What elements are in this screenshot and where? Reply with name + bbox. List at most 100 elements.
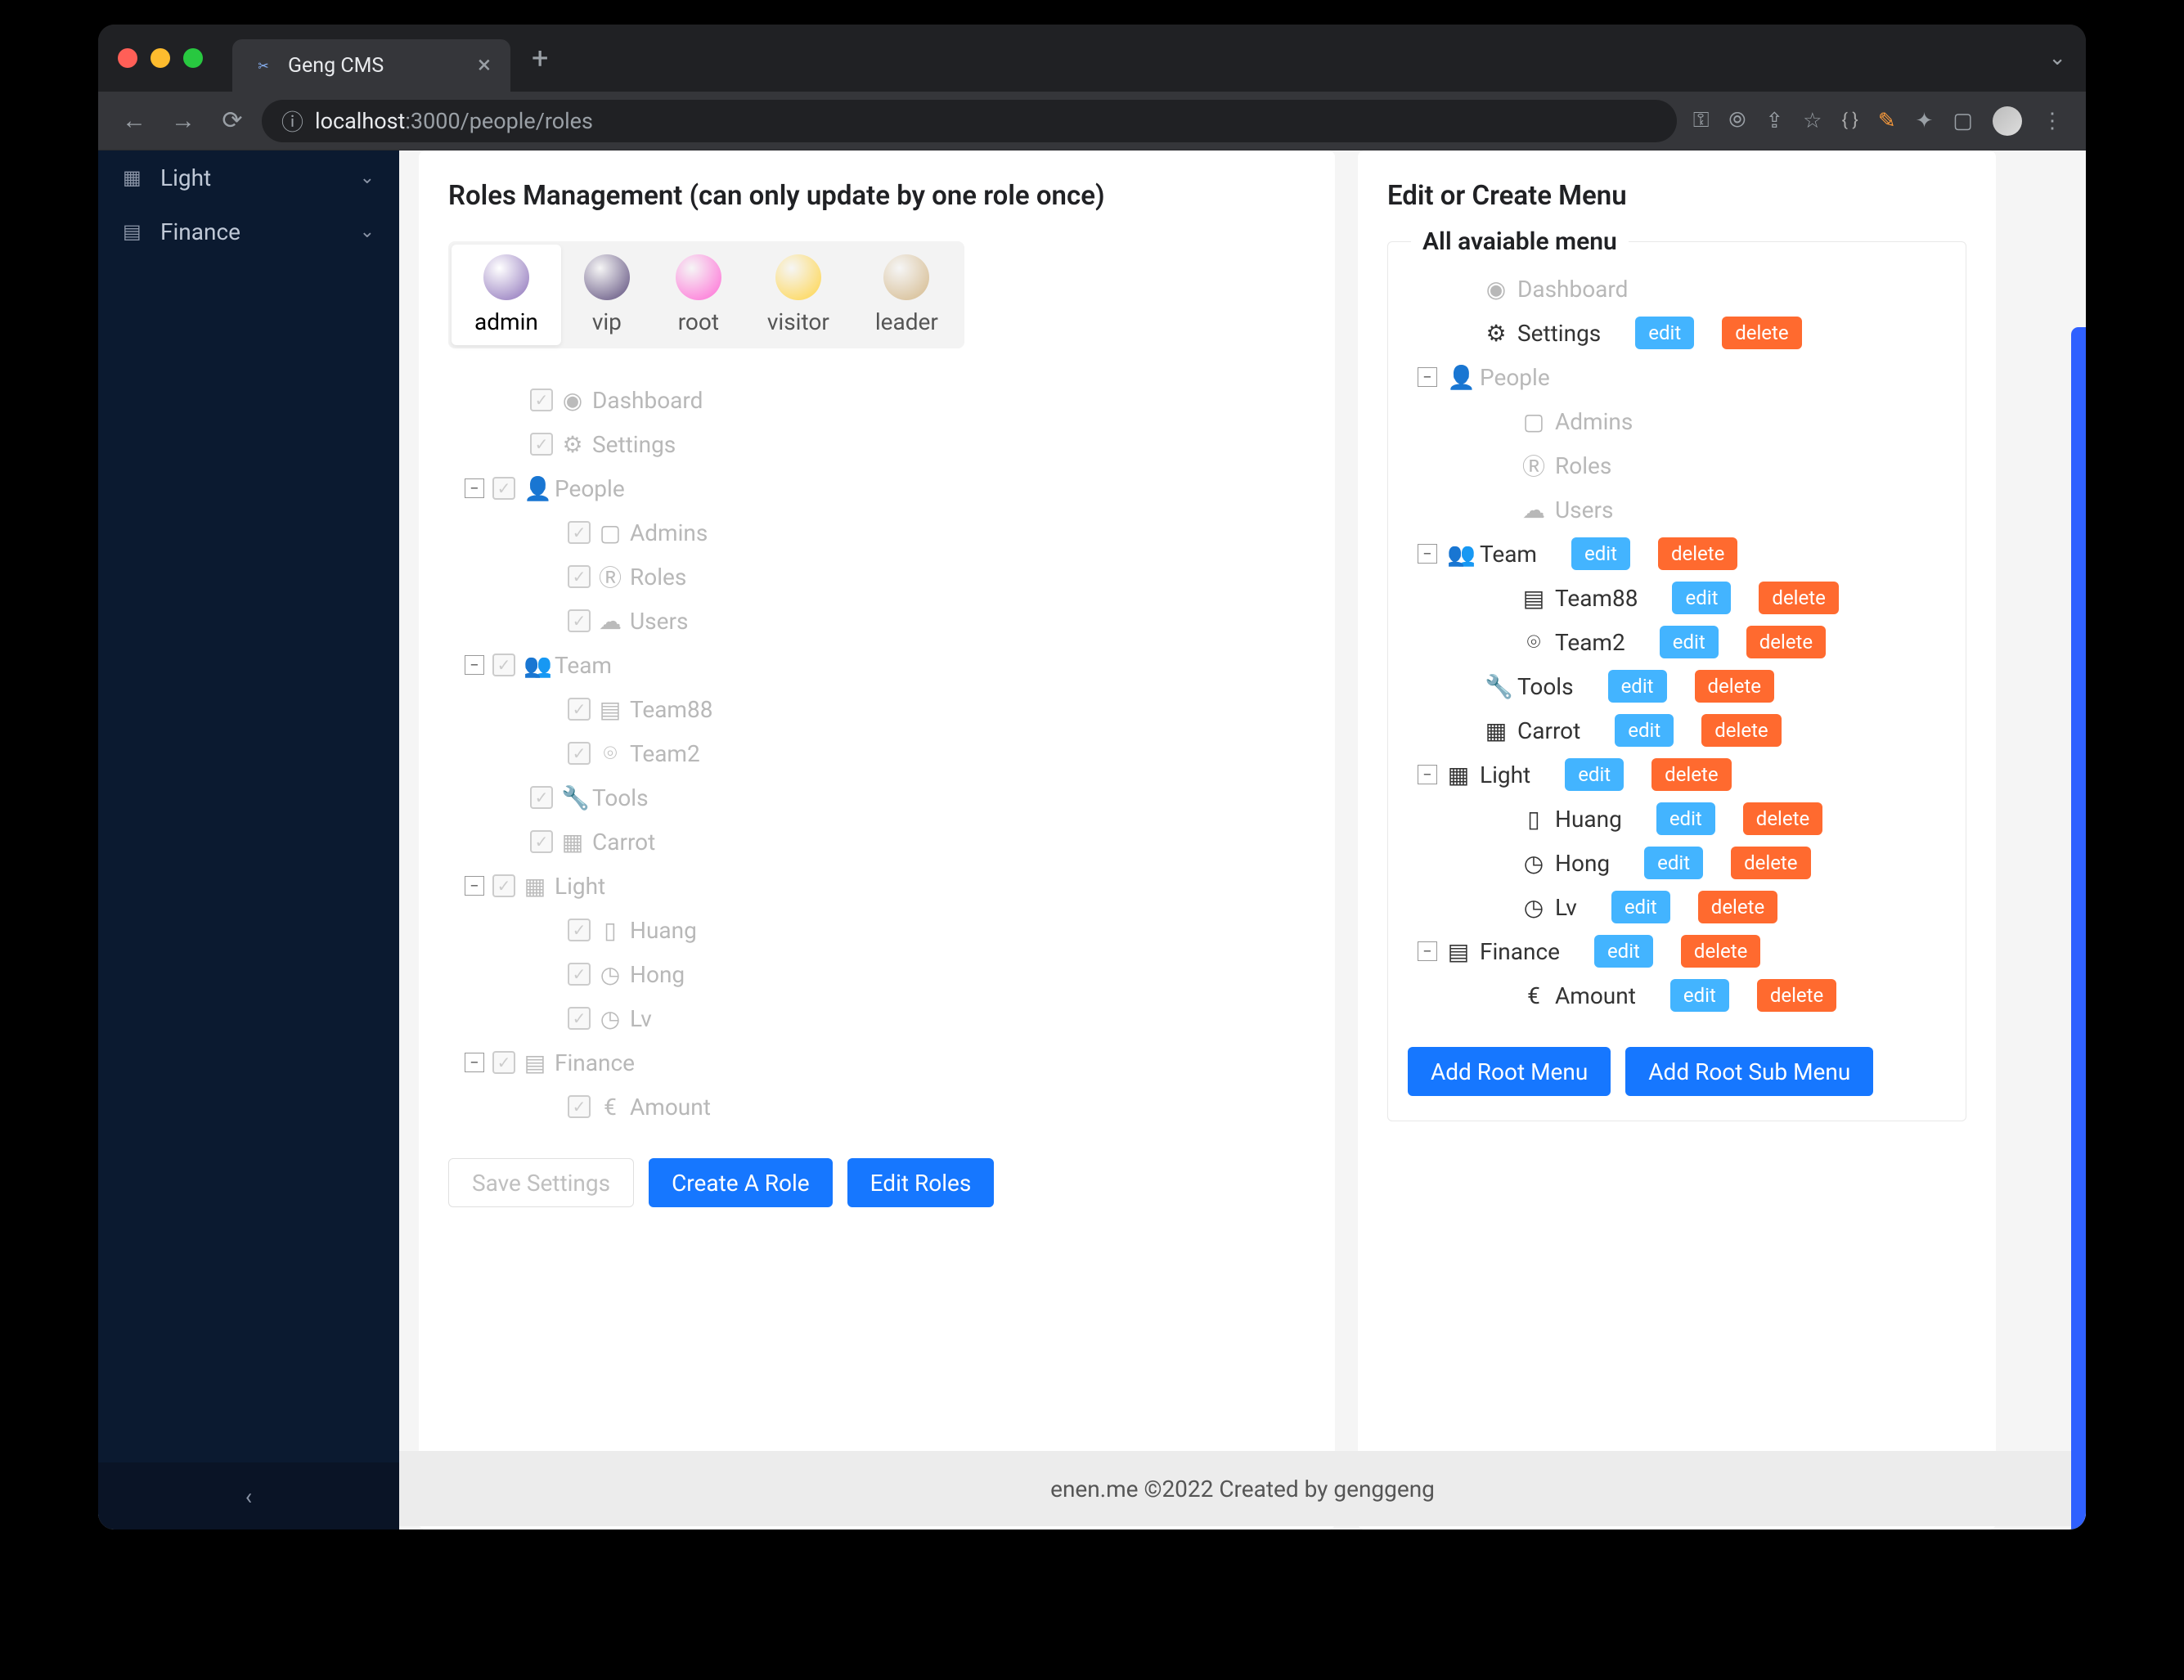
sidebar-item-light[interactable]: ▦Light⌄ bbox=[98, 150, 399, 204]
sidebar-item-finance[interactable]: ▤Finance⌄ bbox=[98, 204, 399, 258]
tree-toggle-icon[interactable]: − bbox=[1418, 941, 1437, 961]
tree-node-icon: ▤ bbox=[1522, 585, 1545, 612]
menu-tree-row: ⓇRoles bbox=[1408, 443, 1946, 487]
tree-node-icon: ◷ bbox=[1522, 850, 1545, 877]
perm-checkbox[interactable]: ✓ bbox=[568, 963, 591, 986]
perm-checkbox[interactable]: ✓ bbox=[568, 1095, 591, 1118]
edit-button[interactable]: edit bbox=[1670, 979, 1729, 1012]
edit-button[interactable]: edit bbox=[1615, 714, 1674, 747]
perm-checkbox[interactable]: ✓ bbox=[568, 742, 591, 765]
edit-button[interactable]: edit bbox=[1635, 317, 1694, 349]
perm-checkbox[interactable]: ✓ bbox=[530, 830, 553, 853]
tree-toggle-icon[interactable]: − bbox=[465, 1053, 484, 1072]
tree-node-icon: 🔧 bbox=[561, 784, 584, 811]
share-icon[interactable]: ⇪ bbox=[1765, 109, 1783, 133]
close-window-button[interactable] bbox=[118, 48, 137, 68]
extensions-puzzle-icon[interactable]: ✦ bbox=[1916, 109, 1934, 133]
sidepanel-icon[interactable]: ▢ bbox=[1953, 109, 1973, 133]
edit-button[interactable]: edit bbox=[1656, 802, 1715, 835]
perm-checkbox[interactable]: ✓ bbox=[492, 654, 515, 676]
menu-kebab-icon[interactable]: ⋮ bbox=[2042, 109, 2063, 133]
perm-checkbox[interactable]: ✓ bbox=[568, 521, 591, 544]
tree-toggle-icon[interactable]: − bbox=[465, 876, 484, 896]
edit-button[interactable]: edit bbox=[1611, 891, 1670, 923]
perm-checkbox[interactable]: ✓ bbox=[530, 433, 553, 456]
site-info-icon[interactable]: ⓘ bbox=[281, 105, 303, 137]
back-button[interactable]: ← bbox=[115, 101, 154, 141]
extension-icon[interactable]: { } bbox=[1841, 110, 1858, 131]
bookmark-star-icon[interactable]: ☆ bbox=[1803, 109, 1822, 133]
tree-toggle-icon[interactable]: − bbox=[1418, 765, 1437, 784]
perm-checkbox[interactable]: ✓ bbox=[492, 1051, 515, 1074]
role-avatar-icon bbox=[883, 254, 929, 300]
scrollbar[interactable] bbox=[2071, 327, 2086, 1530]
tree-node-icon: ▦ bbox=[1447, 761, 1470, 788]
delete-button[interactable]: delete bbox=[1658, 537, 1737, 570]
perm-checkbox[interactable]: ✓ bbox=[530, 786, 553, 809]
delete-button[interactable]: delete bbox=[1759, 582, 1838, 614]
delete-button[interactable]: delete bbox=[1695, 670, 1774, 703]
delete-button[interactable]: delete bbox=[1698, 891, 1777, 923]
role-tab-leader[interactable]: leader bbox=[852, 245, 961, 345]
role-tab-vip[interactable]: vip bbox=[561, 245, 653, 345]
add-root-sub-menu-button[interactable]: Add Root Sub Menu bbox=[1625, 1047, 1873, 1096]
edit-button[interactable]: edit bbox=[1672, 582, 1731, 614]
edit-button[interactable]: edit bbox=[1660, 626, 1719, 658]
edit-button[interactable]: edit bbox=[1608, 670, 1667, 703]
roles-management-card: Roles Management (can only update by one… bbox=[419, 150, 1335, 1530]
perm-checkbox[interactable]: ✓ bbox=[568, 919, 591, 941]
perm-tree-row: ✓ⓇRoles bbox=[448, 555, 1305, 599]
delete-button[interactable]: delete bbox=[1651, 758, 1731, 791]
role-tab-root[interactable]: root bbox=[653, 245, 744, 345]
forward-button[interactable]: → bbox=[164, 101, 203, 141]
perm-checkbox[interactable]: ✓ bbox=[568, 698, 591, 721]
role-tab-admin[interactable]: admin bbox=[452, 245, 561, 345]
sidebar-collapse-button[interactable]: ‹ bbox=[98, 1462, 399, 1530]
perm-checkbox[interactable]: ✓ bbox=[568, 1007, 591, 1030]
perm-checkbox[interactable]: ✓ bbox=[568, 565, 591, 588]
delete-button[interactable]: delete bbox=[1681, 935, 1760, 968]
tree-node-label: People bbox=[555, 475, 625, 502]
tree-toggle-icon[interactable]: − bbox=[465, 478, 484, 498]
edit-button[interactable]: edit bbox=[1594, 935, 1653, 968]
tree-node-icon: ◷ bbox=[599, 961, 622, 988]
perm-checkbox[interactable]: ✓ bbox=[492, 477, 515, 500]
extension-pencil-icon[interactable]: ✎ bbox=[1878, 109, 1896, 133]
delete-button[interactable]: delete bbox=[1757, 979, 1836, 1012]
role-tab-label: vip bbox=[592, 308, 622, 335]
delete-button[interactable]: delete bbox=[1701, 714, 1781, 747]
delete-button[interactable]: delete bbox=[1746, 626, 1826, 658]
browser-tab[interactable]: ✂︎ Geng CMS × bbox=[232, 39, 510, 92]
edit-button[interactable]: edit bbox=[1644, 847, 1703, 879]
edit-roles-button[interactable]: Edit Roles bbox=[847, 1158, 995, 1207]
new-tab-button[interactable]: + bbox=[532, 41, 548, 75]
tabs-overflow-icon[interactable]: ⌄ bbox=[2048, 46, 2066, 70]
url-input[interactable]: ⓘ localhost:3000/people/roles bbox=[262, 100, 1677, 142]
tree-node-label: Huang bbox=[630, 917, 697, 944]
perm-checkbox[interactable]: ✓ bbox=[492, 874, 515, 897]
role-avatar-icon bbox=[483, 254, 529, 300]
menu-tree: ◉Dashboard⚙Settingseditdelete−👤People▢Ad… bbox=[1408, 267, 1946, 1017]
translate-icon[interactable]: ⦾ bbox=[1729, 108, 1746, 133]
sidebar-item-icon: ▦ bbox=[123, 166, 146, 189]
role-tab-visitor[interactable]: visitor bbox=[744, 245, 852, 345]
delete-button[interactable]: delete bbox=[1731, 847, 1810, 879]
tree-toggle-icon[interactable]: − bbox=[1418, 544, 1437, 564]
profile-avatar-icon[interactable] bbox=[1993, 106, 2022, 136]
maximize-window-button[interactable] bbox=[183, 48, 203, 68]
edit-button[interactable]: edit bbox=[1571, 537, 1630, 570]
delete-button[interactable]: delete bbox=[1743, 802, 1822, 835]
edit-button[interactable]: edit bbox=[1565, 758, 1624, 791]
tab-close-icon[interactable]: × bbox=[478, 53, 491, 78]
tree-toggle-icon[interactable]: − bbox=[1418, 367, 1437, 387]
tree-toggle-icon[interactable]: − bbox=[465, 655, 484, 675]
reload-button[interactable]: ⟳ bbox=[213, 101, 252, 141]
perm-checkbox[interactable]: ✓ bbox=[530, 389, 553, 411]
minimize-window-button[interactable] bbox=[151, 48, 170, 68]
create-role-button[interactable]: Create A Role bbox=[649, 1158, 833, 1207]
add-root-menu-button[interactable]: Add Root Menu bbox=[1408, 1047, 1611, 1096]
perm-checkbox[interactable]: ✓ bbox=[568, 609, 591, 632]
menu-tree-row: €Amounteditdelete bbox=[1408, 973, 1946, 1017]
password-key-icon[interactable]: ⚿ bbox=[1693, 108, 1710, 133]
delete-button[interactable]: delete bbox=[1722, 317, 1801, 349]
